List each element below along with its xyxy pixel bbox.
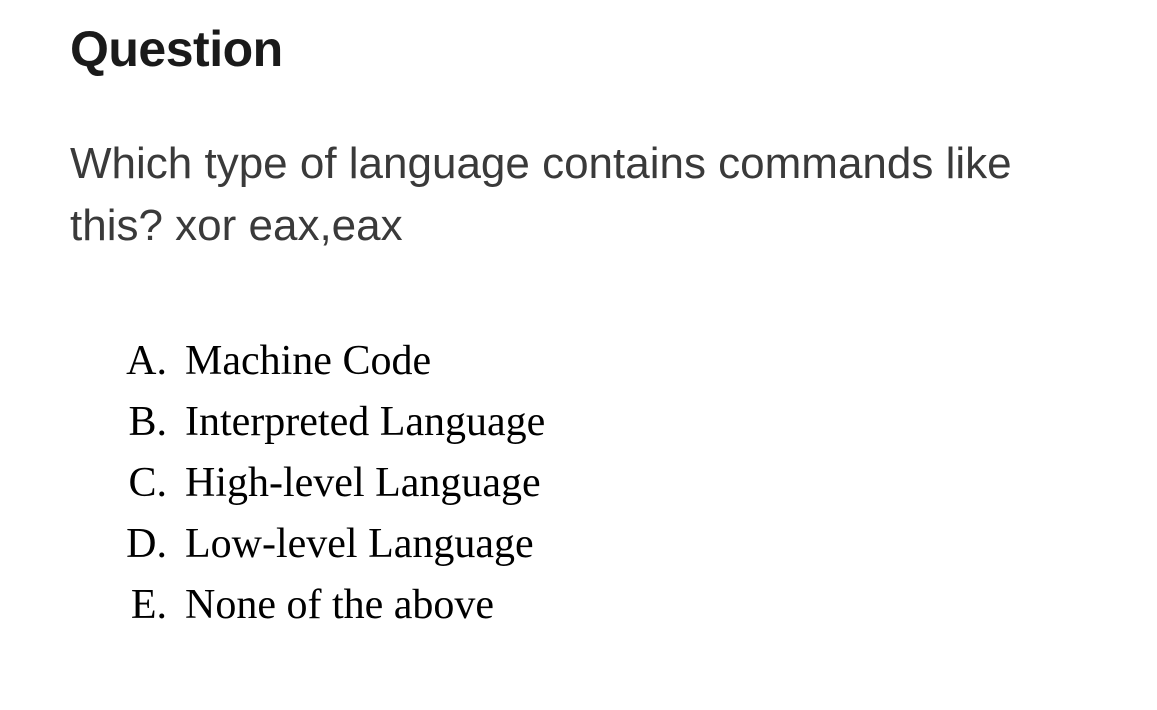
option-text: High-level Language	[185, 453, 541, 514]
option-text: Machine Code	[185, 331, 431, 392]
option-text: Low-level Language	[185, 514, 534, 575]
question-heading: Question	[70, 20, 1087, 78]
question-prompt: Which type of language contains commands…	[70, 133, 1087, 256]
option-text: Interpreted Language	[185, 392, 545, 453]
options-list: A. Machine Code B. Interpreted Language …	[70, 331, 1087, 635]
option-item: A. Machine Code	[110, 331, 1087, 392]
option-item: D. Low-level Language	[110, 514, 1087, 575]
option-letter: A.	[110, 331, 185, 392]
option-letter: D.	[110, 514, 185, 575]
option-letter: B.	[110, 392, 185, 453]
option-item: E. None of the above	[110, 575, 1087, 636]
option-item: B. Interpreted Language	[110, 392, 1087, 453]
option-letter: E.	[110, 575, 185, 636]
option-text: None of the above	[185, 575, 494, 636]
option-letter: C.	[110, 453, 185, 514]
option-item: C. High-level Language	[110, 453, 1087, 514]
